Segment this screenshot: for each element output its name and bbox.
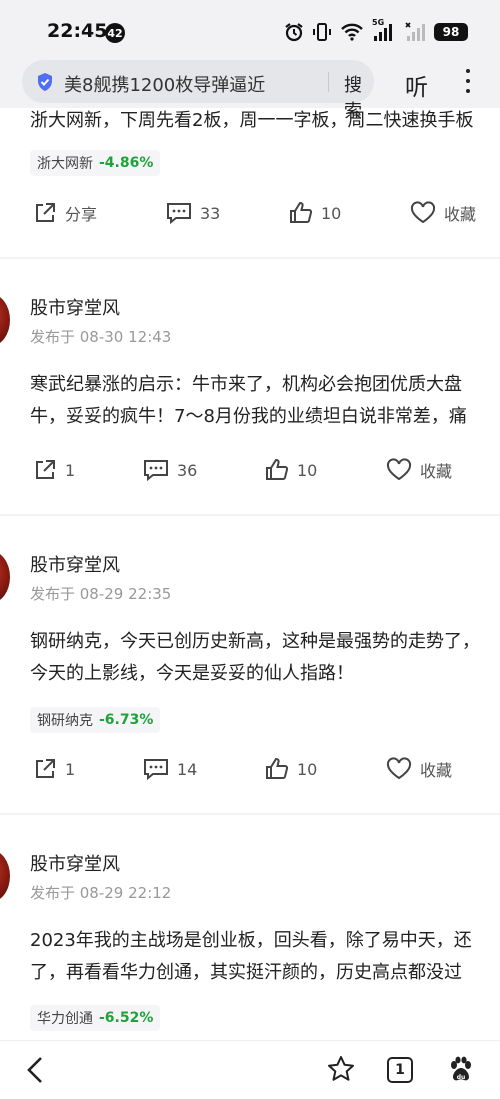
author-avatar[interactable] xyxy=(0,850,10,902)
stock-tag[interactable]: 华力创通 -6.52% xyxy=(30,1005,161,1031)
favorite-label: 收藏 xyxy=(444,205,477,224)
stock-tag-name: 钢研纳克 xyxy=(37,713,93,729)
heart-icon xyxy=(410,201,436,224)
comment-icon xyxy=(167,203,191,225)
comment-icon xyxy=(144,460,168,482)
stock-tag[interactable]: 浙大网新 -4.86% xyxy=(30,150,161,176)
post-text-line[interactable]: 牛，妥妥的疯牛！7～8月份我的业绩坦白说非常差，痛 xyxy=(30,402,467,428)
comment-button[interactable]: 33 xyxy=(166,198,220,228)
share-count: 1 xyxy=(65,460,76,480)
stock-tag[interactable]: 钢研纳克 -6.73% xyxy=(30,707,161,733)
share-button[interactable]: 1 xyxy=(33,754,75,784)
svg-text:du: du xyxy=(457,1074,466,1081)
notification-count-badge: 42 xyxy=(105,23,125,43)
feed: 浙大网新，下周先看2板，周一一字板，周二快速换手板 浙大网新 -4.86% 分享… xyxy=(0,108,500,1040)
post-text-line[interactable]: 寒武纪暴涨的启示：牛市来了，机构必会抱团优质大盘 xyxy=(30,370,462,396)
alarm-icon xyxy=(285,23,303,42)
post-text-line[interactable]: 钢研纳克，今天已创历史新高，这种是最强势的走势了， xyxy=(30,627,480,653)
browser-header: 美8舰携1200枚导弹逼近 搜索 听 xyxy=(0,58,500,122)
shield-icon xyxy=(38,73,52,91)
battery-indicator: 98 xyxy=(434,23,468,41)
search-box[interactable]: 美8舰携1200枚导弹逼近 搜索 xyxy=(22,60,374,122)
post-actions: 1 36 10 收藏 xyxy=(0,455,500,485)
like-count: 10 xyxy=(297,460,318,480)
author-name[interactable]: 股市穿堂风 xyxy=(30,551,120,577)
stock-tag-name: 浙大网新 xyxy=(37,156,93,172)
post-divider xyxy=(0,257,500,259)
post-divider xyxy=(0,813,500,815)
author-avatar[interactable] xyxy=(0,294,10,346)
star-icon[interactable] xyxy=(327,1055,355,1083)
like-button[interactable]: 10 xyxy=(289,198,341,228)
heart-icon xyxy=(386,757,412,780)
share-icon xyxy=(36,203,55,222)
favorite-button[interactable]: 收藏 xyxy=(386,455,452,485)
thumbs-up-icon xyxy=(266,458,289,480)
listen-button[interactable]: 听 xyxy=(405,68,428,102)
post-time: 发布于 08-29 22:12 xyxy=(30,884,172,902)
status-bar: 22:45 42 5G 98 xyxy=(0,0,500,58)
heart-icon xyxy=(386,458,412,481)
more-options-icon[interactable] xyxy=(460,66,476,96)
like-count: 10 xyxy=(321,203,342,223)
favorite-button[interactable]: 收藏 xyxy=(410,198,476,228)
paw-icon[interactable]: du xyxy=(447,1055,475,1083)
post-actions: 1 14 10 收藏 xyxy=(0,754,500,784)
stock-tag-name: 华力创通 xyxy=(37,1011,93,1027)
stock-tag-change: -4.86% xyxy=(99,155,154,171)
comment-button[interactable]: 14 xyxy=(143,754,197,784)
comment-button[interactable]: 36 xyxy=(143,455,197,485)
thumbs-up-icon xyxy=(266,757,289,779)
stock-tag-change: -6.52% xyxy=(99,1010,154,1026)
share-icon xyxy=(36,460,55,479)
share-count: 1 xyxy=(65,759,76,779)
comment-count: 36 xyxy=(177,460,198,480)
favorite-label: 收藏 xyxy=(420,462,453,481)
network-type: 5G xyxy=(372,18,385,27)
favorite-button[interactable]: 收藏 xyxy=(386,754,452,784)
post-text-line[interactable]: 了，再看看华力创通，其实挺汗颜的，历史高点都没过 xyxy=(30,958,462,984)
post-time: 发布于 08-30 12:43 xyxy=(30,328,172,346)
share-icon xyxy=(36,759,55,778)
post-divider xyxy=(0,514,500,516)
back-icon[interactable] xyxy=(24,1055,48,1085)
comment-count: 33 xyxy=(200,203,221,223)
stock-tag-change: -6.73% xyxy=(99,712,154,728)
post-time: 发布于 08-29 22:35 xyxy=(30,585,172,603)
share-button[interactable]: 分享 xyxy=(33,198,97,228)
author-avatar[interactable] xyxy=(0,551,10,603)
share-button[interactable]: 1 xyxy=(33,455,75,485)
signal-off-icon xyxy=(405,22,425,41)
status-icons: 5G 98 xyxy=(284,18,468,42)
status-time: 22:45 xyxy=(47,20,108,42)
tabs-button[interactable]: 1 xyxy=(387,1057,413,1083)
author-name[interactable]: 股市穿堂风 xyxy=(30,850,120,876)
like-count: 10 xyxy=(297,759,318,779)
vibrate-icon xyxy=(313,23,331,41)
post-text-line[interactable]: 浙大网新，下周先看2板，周一一字板，周二快速换手板 xyxy=(30,108,473,132)
like-button[interactable]: 10 xyxy=(265,754,317,784)
signal-5g: 5G xyxy=(372,18,396,42)
search-query-text[interactable]: 美8舰携1200枚导弹逼近 xyxy=(64,71,265,97)
post-text-line[interactable]: 2023年我的主战场是创业板，回头看，除了易中天，还 xyxy=(30,926,472,952)
search-divider xyxy=(328,72,329,92)
comment-count: 14 xyxy=(177,759,198,779)
thumbs-up-icon xyxy=(290,201,313,223)
post-text-line[interactable]: 今天的上影线，今天是妥妥的仙人指路！ xyxy=(30,659,354,685)
favorite-label: 收藏 xyxy=(420,761,453,780)
author-name[interactable]: 股市穿堂风 xyxy=(30,294,120,320)
comment-icon xyxy=(144,759,168,781)
bottom-nav: 1 du xyxy=(0,1040,500,1099)
like-button[interactable]: 10 xyxy=(265,455,317,485)
post-actions: 分享 33 10 收藏 xyxy=(0,198,500,228)
share-label: 分享 xyxy=(65,205,98,224)
wifi-icon xyxy=(341,23,363,41)
